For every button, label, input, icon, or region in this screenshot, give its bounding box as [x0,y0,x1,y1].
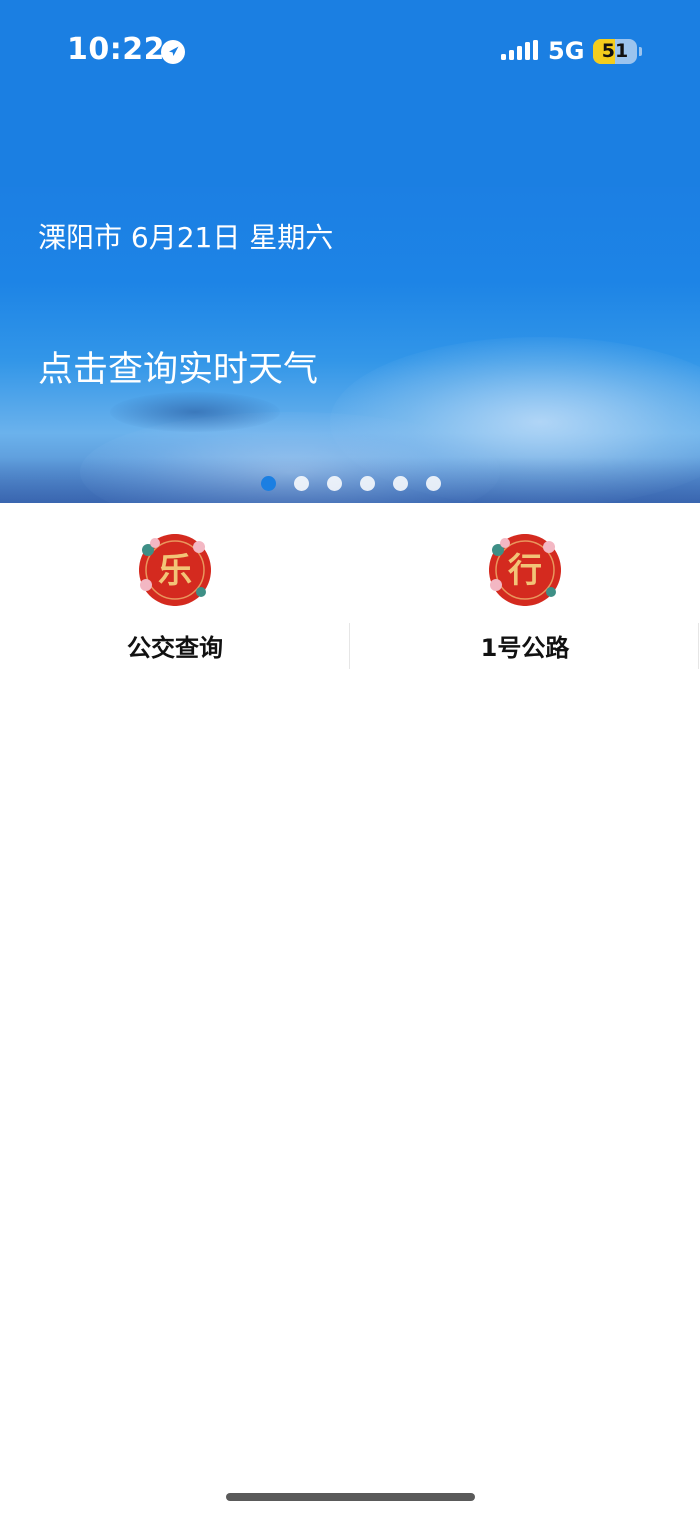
service-bus-query[interactable]: 乐 公交查询 [0,503,350,678]
status-time: 10:22 [67,32,165,67]
carousel-dot[interactable] [327,476,342,491]
le-badge-icon: 乐 [139,534,211,606]
battery-level: 51 [601,40,629,62]
service-label-route-one: 1号公路 [480,634,570,662]
svg-text:行: 行 [508,551,542,591]
svg-text:乐: 乐 [158,551,192,591]
xing-badge-icon: 行 [489,534,561,606]
location-arrow-icon [161,40,185,64]
weather-banner[interactable]: 溧阳市 6月21日 星期六 点击查询实时天气 [0,187,700,503]
service-label-bus-query: 公交查询 [127,634,223,662]
carousel-pager [0,476,700,492]
app-screen: 10:22 5G 51 溧阳市 6月21日 星期六 点击查询实时天气 乐 公交查… [0,0,700,1517]
carousel-dot[interactable] [360,476,375,491]
service-route-one[interactable]: 行 1号公路 [350,503,700,678]
battery-body: 51 [593,39,637,64]
carousel-dot[interactable] [393,476,408,491]
weather-query-prompt[interactable]: 点击查询实时天气 [38,341,318,392]
service-divider-edge [698,623,699,669]
carousel-dot[interactable] [294,476,309,491]
battery-icon: 51 [593,39,642,64]
cloud-shadow [110,392,280,432]
carousel-dot[interactable] [261,476,276,491]
carousel-dot[interactable] [426,476,441,491]
status-bar: 10:22 5G 51 [0,0,700,100]
location-date-label: 溧阳市 6月21日 星期六 [38,221,334,254]
cellular-signal-icon [501,40,538,64]
service-grid: 乐 公交查询 行 1号公路 [0,503,700,678]
battery-tip [639,47,642,56]
network-type: 5G [548,37,585,65]
header: 10:22 5G 51 [0,0,700,188]
home-indicator[interactable] [226,1493,475,1501]
